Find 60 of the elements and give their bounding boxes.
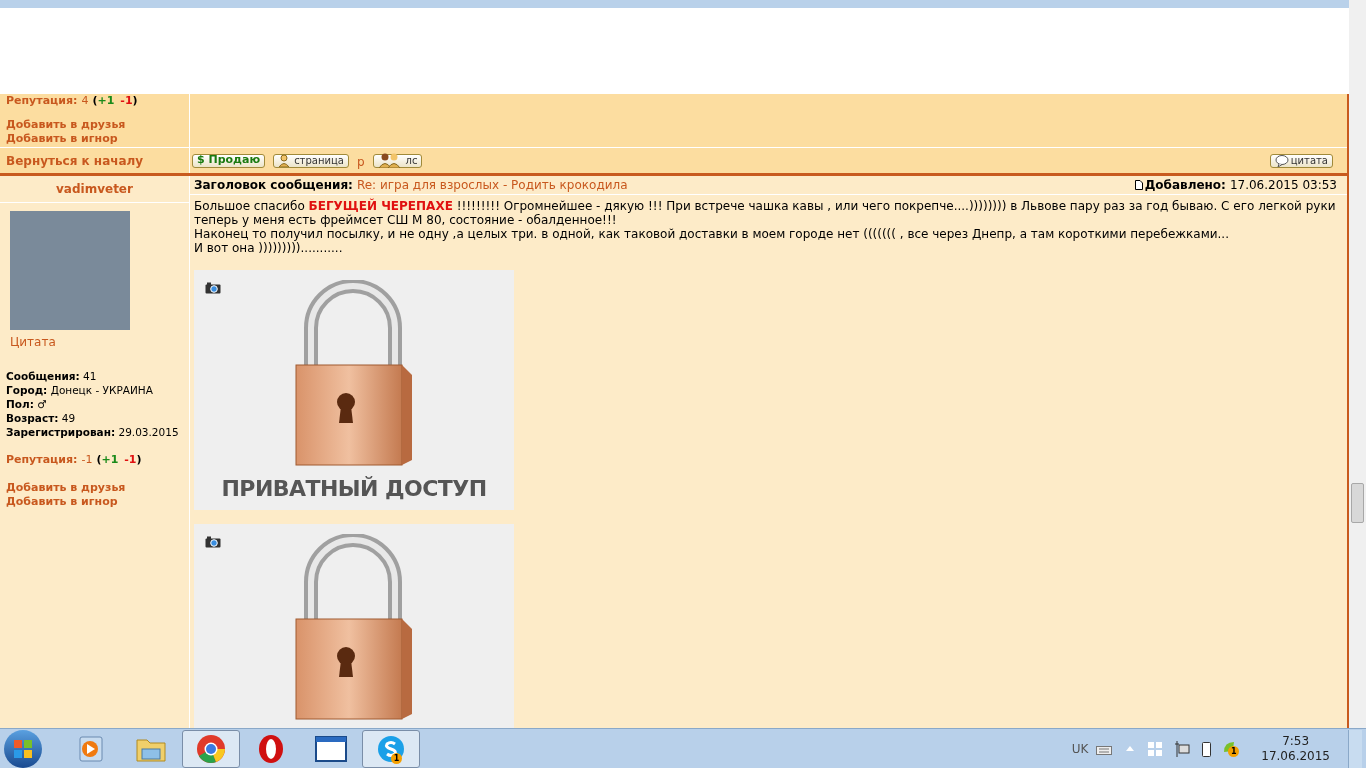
post-text: Наконец то получил посылку, и не одну ,а целых три. в одной, как таковой доставки в моем городе нет ((((((( , все через Днепр, а там короткими перебежками... — [194, 227, 1230, 241]
speech-bubble-icon — [1274, 154, 1289, 167]
profile-link[interactable]: Добавить в игнор — [6, 495, 183, 509]
people-icon — [377, 153, 402, 168]
vote-plus[interactable]: +1 — [97, 94, 115, 108]
profile-stat: Город: Донецк - УКРАИНА — [6, 383, 154, 397]
post-text: И вот она )))))))))........... — [194, 241, 344, 255]
person-icon — [278, 154, 291, 167]
reputation-label: Репутация: — [6, 94, 78, 108]
profile-link[interactable]: Добавить в друзья — [6, 118, 183, 132]
vote-bracket: ) — [132, 94, 138, 108]
start-button[interactable] — [4, 729, 42, 768]
quote-link[interactable]: Цитата — [10, 333, 183, 351]
back-to-top-link[interactable]: Вернуться к началу — [6, 151, 144, 170]
profile-link[interactable]: Добавить в друзья — [6, 481, 183, 495]
vote-bracket: ) — [136, 453, 142, 467]
reputation-value: 4 — [81, 94, 89, 108]
battery-icon[interactable] — [1202, 740, 1212, 757]
private-message-button[interactable]: лс — [372, 153, 423, 168]
play-icon — [76, 733, 106, 764]
notification-badge: 1 — [1228, 745, 1240, 757]
letter-link[interactable]: р — [356, 153, 365, 171]
network-icon[interactable] — [1174, 740, 1191, 757]
clock-time[interactable]: 7:53 — [1282, 733, 1310, 749]
added-date: 17.06.2015 03:53 — [1229, 177, 1337, 194]
document-icon — [1134, 180, 1143, 190]
window-icon — [315, 735, 347, 762]
subject-label: Заголовок сообщения: — [194, 177, 353, 194]
skype-icon — [376, 733, 406, 764]
opera-icon — [258, 733, 284, 764]
camera-icon — [205, 282, 221, 294]
profile-stat: Возраст: 49 — [6, 411, 77, 425]
clock-date[interactable]: 17.06.2015 — [1261, 748, 1330, 764]
post-text: Большое спасибо БЕГУЩЕЙ ЧЕРЕПАХЕ !!!!!!!!! Огромнейшее - дякую !!! При встрече чашка кавы , или чего покрепче....)))))))) в Львове пару раз за год бываю. С его легкой руки теперь у меня есть фреймсет СШ М 80, состояние - обалденное!!! — [194, 199, 1337, 227]
author-name[interactable]: vadimveter — [56, 180, 133, 198]
sell-button[interactable]: $ Продаю — [192, 153, 266, 168]
profile-stat: Пол: ♂ — [6, 397, 48, 411]
vote-bracket: ( — [96, 453, 102, 467]
camera-icon — [205, 536, 221, 548]
added-label: Добавлено: — [1144, 177, 1226, 194]
vote-bracket: ( — [92, 94, 98, 108]
profile-stat: Зарегистрирован: 29.03.2015 — [6, 425, 180, 439]
reputation-value: -1 — [81, 453, 93, 467]
vote-minus[interactable]: -1 — [124, 453, 137, 467]
profile-stat: Сообщения: 41 — [6, 369, 98, 383]
browser-icon — [196, 733, 226, 764]
scrollbar-thumb[interactable] — [1351, 483, 1364, 523]
windows-logo-icon — [13, 738, 33, 759]
image-caption: ПРИВАТНЫЙ ДОСТУП — [221, 475, 487, 503]
taskbar-app[interactable]: 1 — [362, 729, 420, 768]
subject-link[interactable]: Re: игра для взрослых - Родить крокодила — [356, 176, 628, 194]
notification-badge: 1 — [391, 752, 402, 764]
vote-plus[interactable]: +1 — [101, 453, 119, 467]
language-indicator[interactable]: UK — [1071, 739, 1089, 758]
scrollbar[interactable] — [1349, 0, 1366, 728]
profile-link[interactable]: Добавить в игнор — [6, 132, 183, 146]
reputation-label: Репутация: — [6, 453, 78, 467]
vote-minus[interactable]: -1 — [120, 94, 133, 108]
quote-button[interactable]: цитата — [1269, 153, 1333, 168]
page-button[interactable]: страница — [273, 153, 349, 168]
